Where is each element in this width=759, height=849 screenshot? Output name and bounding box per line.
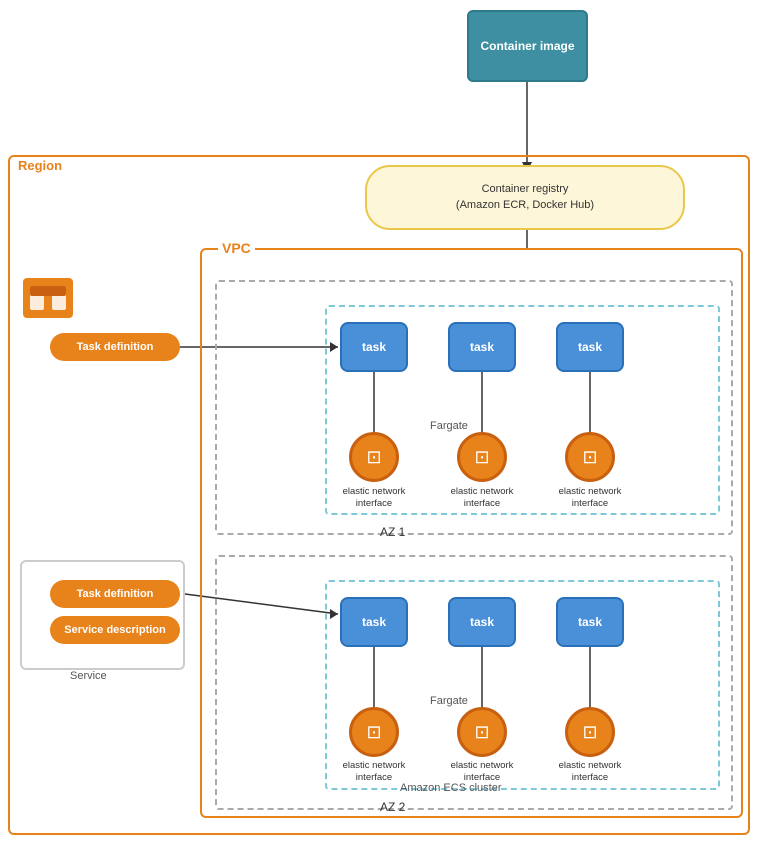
service-box	[20, 560, 185, 670]
eni-label-az2-3: elastic networkinterface	[556, 760, 624, 785]
ecs-icon	[18, 268, 78, 328]
task-az1-2: task	[448, 322, 516, 372]
service-label: Service	[70, 670, 107, 682]
task-az1-3: task	[556, 322, 624, 372]
eni-az1-1: ⊡	[349, 432, 399, 482]
eni-label-az2-1: elastic networkinterface	[340, 760, 408, 785]
eni-icon-az2-1: ⊡	[366, 722, 381, 743]
container-image-label: Container image	[480, 39, 574, 53]
ecs-cluster-label: Amazon ECS cluster	[400, 782, 501, 794]
container-registry-box: Container registry(Amazon ECR, Docker Hu…	[365, 165, 685, 230]
task-az2-2: task	[448, 597, 516, 647]
eni-label-az2-2: elastic networkinterface	[448, 760, 516, 785]
task-az1-1: task	[340, 322, 408, 372]
task-definition-pill-1: Task definition	[50, 333, 180, 361]
eni-az2-1: ⊡	[349, 707, 399, 757]
task-az2-3: task	[556, 597, 624, 647]
eni-label-az1-3: elastic networkinterface	[556, 486, 624, 511]
eni-icon-az1-1: ⊡	[366, 447, 381, 468]
eni-label-az1-1: elastic networkinterface	[340, 486, 408, 511]
container-image-box: Container image	[467, 10, 588, 82]
eni-icon-az2-2: ⊡	[474, 722, 489, 743]
fargate1-label: Fargate	[430, 420, 468, 432]
diagram-container: Region Container image Container registr…	[0, 0, 759, 849]
eni-label-az1-2: elastic networkinterface	[448, 486, 516, 511]
eni-az2-3: ⊡	[565, 707, 615, 757]
az2-label: AZ 2	[380, 800, 405, 814]
eni-icon-az1-3: ⊡	[582, 447, 597, 468]
fargate2-label: Fargate	[430, 695, 468, 707]
eni-icon-az1-2: ⊡	[474, 447, 489, 468]
task-az2-1: task	[340, 597, 408, 647]
vpc-label: VPC	[218, 240, 255, 256]
service-description-pill: Service description	[50, 616, 180, 644]
eni-az1-3: ⊡	[565, 432, 615, 482]
task-definition-pill-2: Task definition	[50, 580, 180, 608]
az1-label: AZ 1	[380, 525, 405, 539]
eni-icon-az2-3: ⊡	[582, 722, 597, 743]
eni-az2-2: ⊡	[457, 707, 507, 757]
eni-az1-2: ⊡	[457, 432, 507, 482]
container-registry-label: Container registry(Amazon ECR, Docker Hu…	[456, 182, 594, 213]
region-label: Region	[18, 158, 62, 173]
